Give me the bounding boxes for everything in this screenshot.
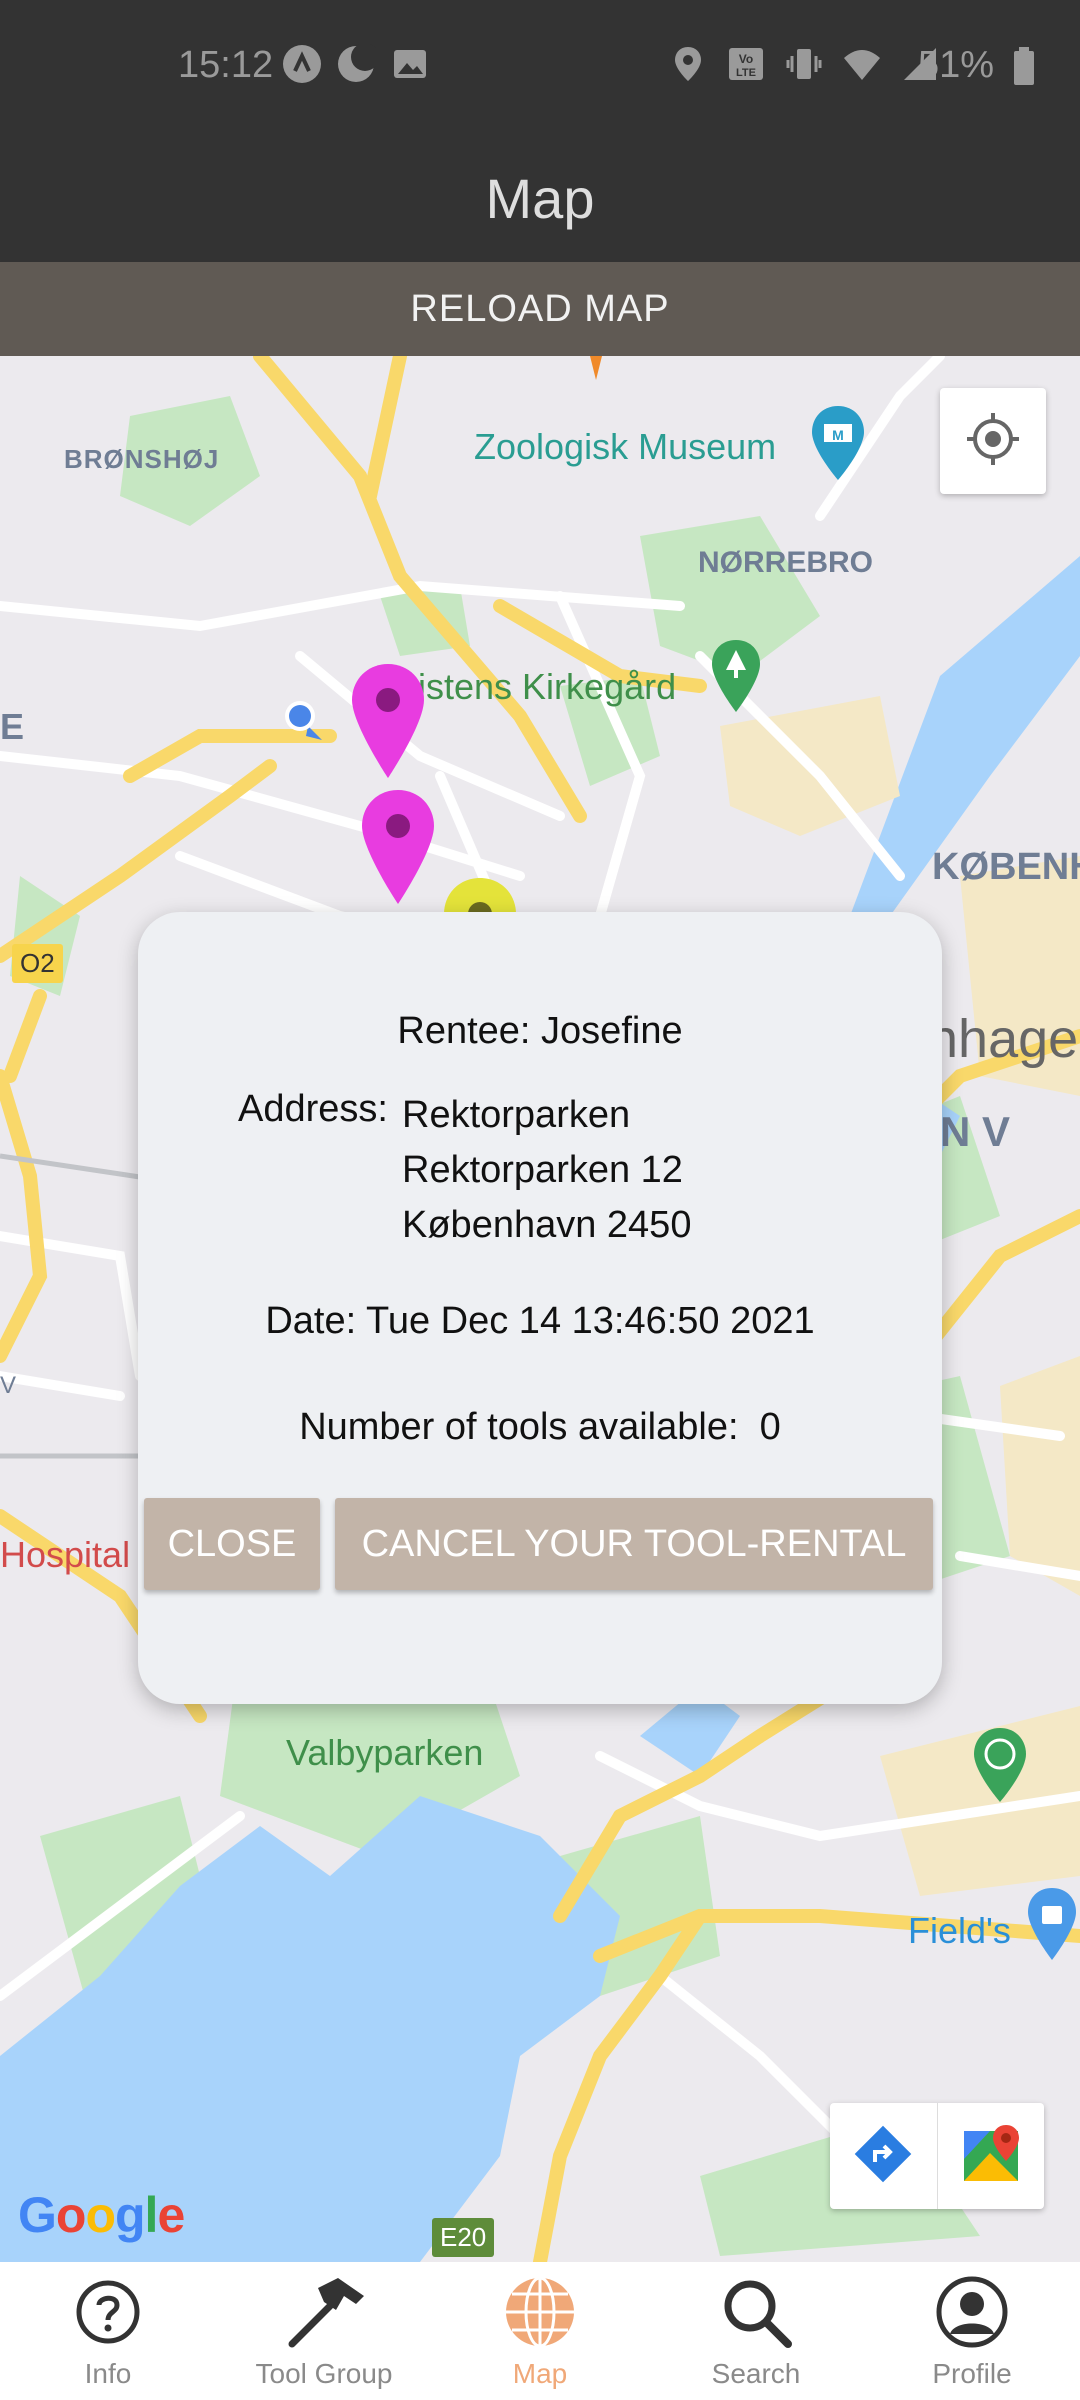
- tools-available-value: 0: [759, 1406, 781, 1448]
- open-google-maps-button[interactable]: [936, 2103, 1045, 2209]
- rentee-row: Rentee: Josefine: [138, 1010, 942, 1053]
- nav-label: Map: [512, 2358, 568, 2389]
- nav-label: Search: [711, 2358, 801, 2389]
- close-button[interactable]: CLOSE: [144, 1498, 320, 1590]
- map-label-e-edge: E: [0, 706, 25, 747]
- google-maps-icon: [960, 2123, 1022, 2190]
- battery-icon: [1004, 46, 1044, 86]
- svg-text:Vo: Vo: [739, 52, 753, 66]
- search-icon: [716, 2272, 796, 2352]
- nav-label: Info: [84, 2358, 132, 2389]
- nav-label: Profile: [932, 2358, 1012, 2389]
- map-label-norrebro: NØRREBRO: [698, 546, 874, 579]
- road-sign-o2: O2: [12, 944, 63, 983]
- rentee-value: Josefine: [541, 1010, 683, 1052]
- map-label-assistens: istens Kirkegård: [418, 666, 677, 707]
- map-pin-magenta-1[interactable]: [350, 662, 426, 785]
- nav-item-search[interactable]: Search: [648, 2262, 864, 2400]
- svg-text:LTE: LTE: [736, 67, 756, 79]
- crosshair-icon: [963, 409, 1023, 474]
- date-label: Date:: [265, 1300, 357, 1342]
- map-pin-orange-partial: [588, 356, 604, 387]
- map-pin-magenta-2[interactable]: [360, 788, 436, 911]
- page-title: Map: [485, 167, 595, 230]
- date-value: Tue Dec 14 13:46:50 2021: [366, 1300, 815, 1342]
- map-label-kobenh: KØBENH: [932, 846, 1080, 888]
- status-time: 15:12: [178, 44, 274, 86]
- location-icon: [668, 44, 708, 84]
- tools-available-row: Number of tools available: 0: [138, 1406, 942, 1449]
- address-line: København 2450: [402, 1204, 692, 1246]
- rental-info-dialog: Rentee: Josefine Address: Rektorparken R…: [138, 912, 942, 1704]
- date-row: Date: Tue Dec 14 13:46:50 2021: [138, 1300, 942, 1343]
- user-location-icon: [282, 696, 332, 751]
- notification-a-icon: [282, 44, 322, 84]
- museum-icon: M: [808, 404, 868, 489]
- road-sign-e20: E20: [432, 2218, 495, 2257]
- nav-label: Tool Group: [255, 2358, 393, 2389]
- nav-item-map[interactable]: Map: [432, 2262, 648, 2400]
- google-logo: Google: [18, 2187, 185, 2243]
- nav-item-tool-group[interactable]: Tool Group: [216, 2262, 432, 2400]
- image-icon: [390, 44, 430, 84]
- rentee-label: Rentee:: [397, 1010, 531, 1052]
- address-value: Rektorparken Rektorparken 12 København 2…: [402, 1088, 691, 1253]
- map-label-fields: Field's: [908, 1910, 1011, 1951]
- globe-icon: [500, 2272, 580, 2352]
- user-circle-icon: [932, 2272, 1012, 2352]
- directions-icon: [853, 2124, 913, 2189]
- reload-map-button[interactable]: RELOAD MAP: [0, 262, 1080, 356]
- address-line: Rektorparken: [402, 1094, 631, 1136]
- nav-item-profile[interactable]: Profile: [864, 2262, 1080, 2400]
- address-line: Rektorparken 12: [402, 1149, 683, 1191]
- map-label-valbyparken: Valbyparken: [286, 1732, 484, 1773]
- nav-item-info[interactable]: Info: [0, 2262, 216, 2400]
- map-label-nv: N V: [940, 1108, 1011, 1155]
- hammer-icon: [284, 2272, 364, 2352]
- map-toolbar: [830, 2103, 1044, 2209]
- cancel-tool-rental-button[interactable]: CANCEL YOUR TOOL-RENTAL: [335, 1498, 933, 1590]
- question-circle-icon: [68, 2272, 148, 2352]
- map-label-hospital: Hospital: [0, 1534, 131, 1575]
- directions-button[interactable]: [830, 2103, 937, 2209]
- status-bar: 15:12 Vo LTE 51%: [0, 0, 1080, 135]
- map-label-zoologisk-museum: Zoologisk Museum: [474, 426, 777, 467]
- tools-available-label: Number of tools available:: [299, 1406, 739, 1448]
- vibrate-icon: [784, 44, 824, 84]
- address-label: Address:: [238, 1088, 388, 1130]
- map-label-v-edge: V: [0, 1372, 17, 1399]
- bottom-nav: Info Tool Group Map Search Profile: [0, 2262, 1080, 2400]
- wifi-icon: [842, 44, 882, 84]
- battery-percent: 51%: [917, 44, 994, 86]
- moon-icon: [336, 44, 376, 84]
- cemetery-icon: [708, 638, 764, 723]
- svg-text:M: M: [832, 427, 844, 443]
- volte-icon: Vo LTE: [726, 44, 766, 84]
- shopping-icon: [1024, 1886, 1080, 1971]
- map-label-bronshoj: BRØNSHØJ: [64, 444, 220, 474]
- park-icon: [970, 1726, 1030, 1811]
- my-location-button[interactable]: [940, 388, 1046, 494]
- app-header: Map: [0, 135, 1080, 262]
- map-label-hagen: nhagen: [928, 1009, 1080, 1069]
